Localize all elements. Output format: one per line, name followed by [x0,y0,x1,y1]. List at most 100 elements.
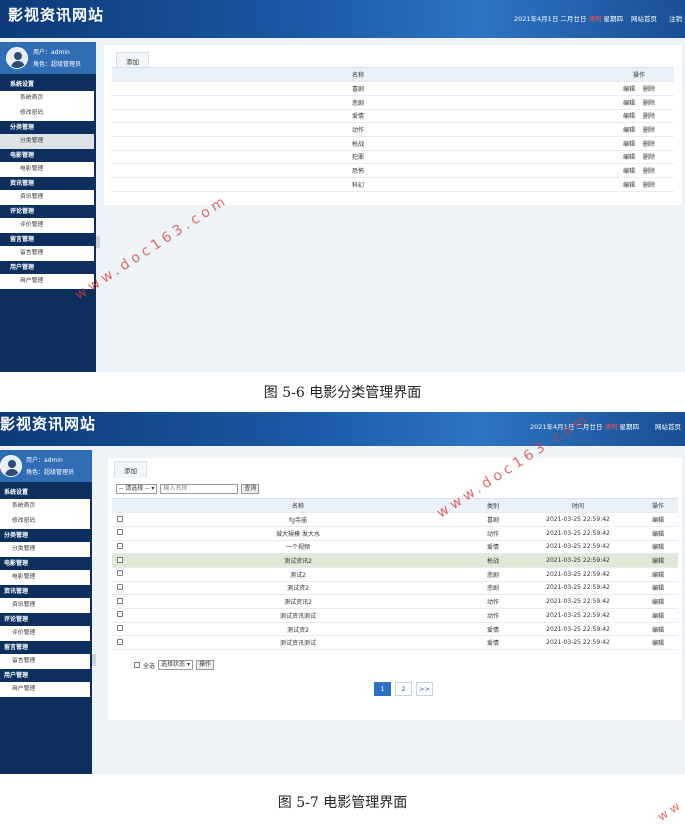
menu-category-category[interactable]: 分类管理 [0,121,96,134]
menu-category-movie[interactable]: 电影管理 [0,557,92,570]
edit-link[interactable]: 编辑 [638,567,678,582]
table-row[interactable]: 测试资讯测试 动作 2021-03-25 22:59:42 编辑 [112,608,678,623]
menu-item-news[interactable]: 资讯管理 [0,598,90,613]
row-checkbox[interactable] [117,542,123,549]
delete-link[interactable]: 删除 [643,182,655,189]
category-select[interactable]: -- 请选择 -- ▾ [116,484,158,494]
delete-link[interactable]: 删除 [643,100,655,107]
delete-link[interactable]: 删除 [643,86,655,93]
edit-link[interactable]: 编辑 [623,127,635,134]
edit-link[interactable]: 编辑 [623,154,635,161]
sidebar-collapse-handle[interactable] [92,654,96,666]
menu-item-message[interactable]: 留言管理 [0,246,94,261]
row-checkbox[interactable] [117,625,123,632]
menu-category-review[interactable]: 评论管理 [0,205,96,218]
menu-category-message[interactable]: 留言管理 [0,641,92,654]
home-link[interactable]: 网站首页 [631,13,657,23]
table-row[interactable]: 测试资讯2 枪战 2021-03-25 22:59:42 编辑 [112,553,678,568]
menu-item-password[interactable]: 修改密码 [0,514,90,529]
sidebar-collapse-handle[interactable] [96,236,100,248]
menu-category-system[interactable]: 系统设置 [0,486,92,499]
menu-item-news[interactable]: 资讯管理 [0,190,94,205]
menu-item-review[interactable]: 评价管理 [0,218,94,233]
site-title: 影视资讯网站 [0,415,97,433]
page-2-button[interactable]: 2 [395,682,412,696]
row-checkbox[interactable] [117,556,123,563]
table-row[interactable]: 一个视频 爱情 2021-03-25 22:59:42 编辑 [112,540,678,555]
page-1-button[interactable]: 1 [374,682,391,696]
menu-item-category[interactable]: 分类管理 [0,542,90,557]
menu-category-movie[interactable]: 电影管理 [0,149,96,162]
next-page-button[interactable]: >> [416,682,433,696]
menu-item-review[interactable]: 评价管理 [0,626,90,641]
column-header-category: 类别 [468,499,518,514]
menu-item-user[interactable]: 用户管理 [0,682,90,697]
table-row[interactable]: 测试资2 爱情 2021-03-25 22:59:42 编辑 [112,622,678,637]
edit-link[interactable]: 编辑 [623,113,635,120]
menu-item-home[interactable]: 系统首页 [0,499,90,514]
movie-time: 2021-03-25 22:59:42 [518,608,638,623]
menu-category-review[interactable]: 评论管理 [0,613,92,626]
table-row[interactable]: 测试2 悲剧 2021-03-25 22:59:42 编辑 [112,567,678,582]
edit-link[interactable]: 编辑 [638,594,678,609]
menu-category-message[interactable]: 留言管理 [0,233,96,246]
edit-link[interactable]: 编辑 [623,100,635,107]
menu-item-category[interactable]: 分类管理 [0,134,94,149]
menu-category-user[interactable]: 用户管理 [0,261,96,274]
figure-caption-5-6: 图 5-6 电影分类管理界面 [263,385,422,401]
logout-link[interactable]: 注销 [669,13,682,23]
table-row: 枪战 编辑 删除 [112,136,674,151]
delete-link[interactable]: 删除 [643,168,655,175]
state-select[interactable]: 选择状态 ▾ [158,660,193,670]
select-all-checkbox[interactable] [134,662,140,668]
delete-link[interactable]: 删除 [643,127,655,134]
menu-category-news[interactable]: 资讯管理 [0,177,96,190]
row-checkbox[interactable] [117,597,123,604]
menu-category-system[interactable]: 系统设置 [0,78,96,91]
delete-link[interactable]: 删除 [643,154,655,161]
search-button[interactable]: 查询 [241,484,260,494]
search-input[interactable]: 输入名称 [160,484,239,494]
edit-link[interactable]: 编辑 [623,168,635,175]
category-name: 喜剧 [112,81,604,96]
movie-time: 2021-03-25 22:59:42 [518,581,638,596]
edit-link[interactable]: 编辑 [623,86,635,93]
edit-link[interactable]: 编辑 [638,635,678,651]
table-row[interactable]: fg寺庙 喜剧 2021-03-25 22:59:42 编辑 [112,512,678,527]
menu-item-password[interactable]: 修改密码 [0,106,94,121]
menu-category-news[interactable]: 资讯管理 [0,585,92,598]
table-row: 动作 编辑 删除 [112,122,674,137]
table-row[interactable]: 测试资讯2 动作 2021-03-25 22:59:42 编辑 [112,594,678,609]
delete-link[interactable]: 删除 [643,113,655,120]
column-header-time: 时间 [518,499,638,514]
row-checkbox[interactable] [117,515,123,522]
table-row[interactable]: 测试资2 悲剧 2021-03-25 22:59:42 编辑 [112,581,678,596]
menu-category-user[interactable]: 用户管理 [0,669,92,682]
edit-link[interactable]: 编辑 [623,141,635,148]
delete-link[interactable]: 删除 [643,141,655,148]
bulk-action-button[interactable]: 操作 [195,660,214,670]
table-row[interactable]: 测试资讯测试 爱情 2021-03-25 22:59:42 编辑 [112,635,678,651]
edit-link[interactable]: 编辑 [638,512,678,527]
menu-item-movie[interactable]: 电影管理 [0,570,90,585]
home-link[interactable]: 网站首页 [655,421,681,431]
menu-category-category[interactable]: 分类管理 [0,529,92,542]
edit-link[interactable]: 编辑 [638,581,678,596]
edit-link[interactable]: 编辑 [638,622,678,637]
table-row[interactable]: 城大規模 发大水 动作 2021-03-25 22:59:42 编辑 [112,526,678,541]
row-checkbox[interactable] [117,611,123,618]
menu-item-movie[interactable]: 电影管理 [0,162,94,177]
edit-link[interactable]: 编辑 [623,182,635,189]
menu-item-message[interactable]: 留言管理 [0,654,90,669]
edit-link[interactable]: 编辑 [638,553,678,568]
edit-link[interactable]: 编辑 [638,526,678,541]
edit-link[interactable]: 编辑 [638,608,678,623]
row-checkbox[interactable] [117,638,123,645]
movie-name: 测试资讯测试 [128,635,468,651]
row-checkbox[interactable] [117,529,123,536]
tab-add[interactable]: 添加 [114,461,147,478]
edit-link[interactable]: 编辑 [638,540,678,555]
row-checkbox[interactable] [117,583,123,590]
menu-item-home[interactable]: 系统首页 [0,91,94,106]
row-checkbox[interactable] [117,570,123,577]
